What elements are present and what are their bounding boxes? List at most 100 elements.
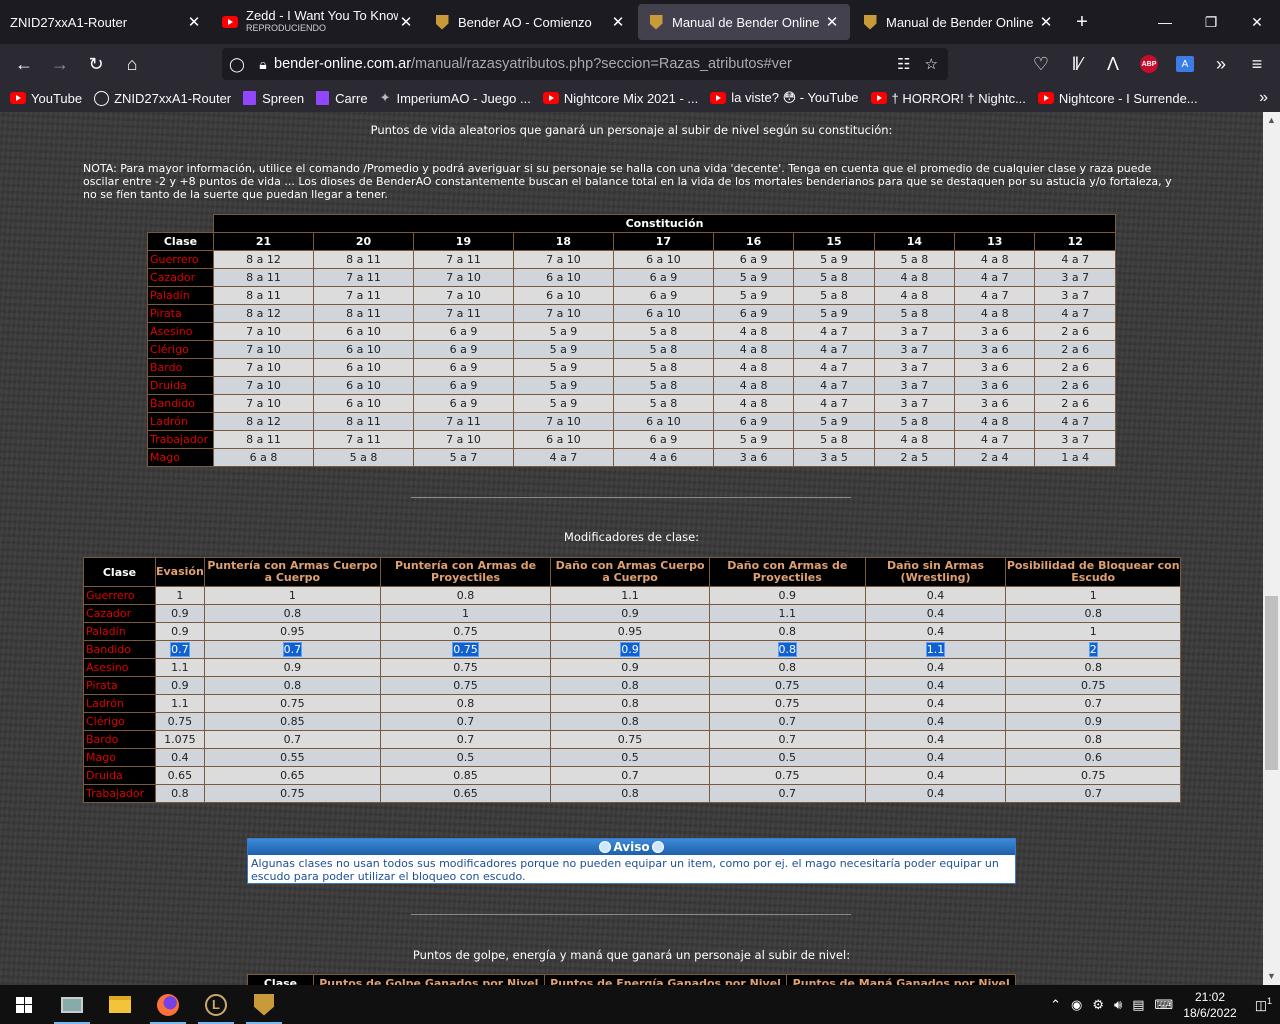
- table-cell: 4 a 8: [712, 322, 795, 341]
- bookmark-item[interactable]: Nightcore - I Surrende...: [1037, 91, 1198, 106]
- tab-1[interactable]: Zedd - I Want You To Know ft REPRODUCIEND…: [212, 2, 424, 42]
- col-header: Puntos de Maná Ganados por Nivel: [786, 974, 1016, 985]
- class-name: Bardo: [83, 730, 156, 749]
- volume-icon[interactable]: 🔊︎: [1114, 997, 1122, 1013]
- table-cell: 0.8: [1005, 658, 1181, 677]
- tab-close-icon[interactable]: ✕: [610, 13, 626, 31]
- tab-close-icon[interactable]: ✕: [1038, 13, 1054, 31]
- windows-logo-icon: [16, 996, 32, 1013]
- table-cell: 1: [379, 604, 552, 623]
- tray-overflow-icon[interactable]: ⌃: [1050, 997, 1061, 1013]
- translate-icon[interactable]: ☷: [897, 55, 910, 73]
- reload-icon[interactable]: ↻: [78, 48, 114, 80]
- imperium-icon: ✦: [379, 90, 391, 105]
- tab-4[interactable]: Manual de Bender Online ✕: [852, 2, 1064, 42]
- tab-close-icon[interactable]: ✕: [398, 13, 414, 31]
- table-cell: 8 a 11: [213, 286, 314, 305]
- bookmark-item[interactable]: † HORROR! † Nightc...: [870, 91, 1026, 106]
- table-cell: 6 a 9: [412, 358, 514, 377]
- url-bar[interactable]: ◯ 🔒︎ bender-online.com.ar/manual/razasya…: [222, 48, 948, 80]
- tab-0[interactable]: ZNID27xxA1-Router ✕: [0, 2, 212, 42]
- new-tab-button[interactable]: +: [1064, 11, 1100, 34]
- tab-close-icon[interactable]: ✕: [186, 13, 202, 31]
- bookmark-item[interactable]: ZNID27xxA1-Router: [94, 90, 231, 106]
- forward-arrow-icon[interactable]: →: [42, 48, 78, 80]
- minimize-icon[interactable]: —: [1142, 14, 1188, 31]
- steam-icon[interactable]: ⚙: [1092, 997, 1104, 1013]
- tab-3[interactable]: Manual de Bender Online ✕: [638, 4, 850, 40]
- taskbar-app-firefox[interactable]: [144, 985, 192, 1024]
- table-cell: 6 a 9: [712, 304, 795, 323]
- table-cell: 4 a 8: [954, 412, 1036, 431]
- translator-extension-icon[interactable]: A: [1169, 48, 1201, 80]
- bookmark-item[interactable]: Spreen: [243, 91, 304, 106]
- restore-icon[interactable]: ❐: [1188, 14, 1234, 31]
- table-row: Trabajador 0.8 0.75 0.65 0.8 0.7 0.4 0.7: [83, 784, 1181, 803]
- taskbar-app-league[interactable]: L: [192, 985, 240, 1024]
- table-cell: 5 a 9: [793, 412, 875, 431]
- vertical-scrollbar[interactable]: ▲ ▼: [1263, 112, 1280, 985]
- clock[interactable]: 21:02 18/6/2022: [1183, 989, 1236, 1021]
- bookmark-label: Carre: [335, 90, 368, 106]
- table-cell: 0.8: [1005, 730, 1181, 749]
- keyboard-icon[interactable]: ⌨: [1155, 997, 1174, 1013]
- bookmarks-overflow-icon[interactable]: »: [1259, 89, 1268, 107]
- modifiers-table: Clase Evasión Puntería con Armas Cuerpo a …: [83, 557, 1181, 803]
- class-name: Cazador: [83, 604, 156, 623]
- table-cell: 4 a 8: [873, 268, 956, 287]
- scroll-thumb[interactable]: [1265, 596, 1278, 770]
- shield-icon[interactable]: ◯: [222, 56, 252, 73]
- library-icon[interactable]: ‖⁄: [1061, 48, 1093, 80]
- table-cell: 8 a 12: [213, 412, 314, 431]
- extension-a-icon[interactable]: Λ: [1097, 48, 1129, 80]
- table-cell: 1.1: [708, 604, 866, 623]
- lock-icon[interactable]: 🔒︎: [252, 56, 274, 73]
- bookmark-item[interactable]: la viste? 😳 - YouTube: [710, 90, 859, 106]
- table-cell: 7 a 10: [213, 322, 314, 341]
- table-cell: 0.8: [155, 784, 205, 803]
- pocket-icon[interactable]: ♡: [1025, 48, 1057, 80]
- nota-paragraph: NOTA: Para mayor información, utilice el…: [83, 162, 1172, 201]
- taskbar-app-monitor[interactable]: [48, 985, 96, 1024]
- system-tray: ⌃ ◉ ⚙ 🔊︎ ▤ ⌨ 21:02 18/6/2022 ◫1: [1050, 989, 1280, 1021]
- notifications-icon[interactable]: ◫1: [1255, 996, 1272, 1013]
- tab-title: Manual de Bender Online: [672, 14, 820, 30]
- tab-2[interactable]: Bender AO - Comienzo ✕: [424, 2, 636, 42]
- scroll-down-icon[interactable]: ▼: [1263, 968, 1280, 985]
- table-cell: 5 a 7: [412, 448, 514, 467]
- taskbar-app-explorer[interactable]: [96, 985, 144, 1024]
- golpe-section-title: Puntos de golpe, energía y maná que gana…: [412, 948, 851, 962]
- back-arrow-icon[interactable]: ←: [6, 48, 42, 80]
- table-cell: 0.7: [1005, 694, 1181, 713]
- bookmark-item[interactable]: Carre: [316, 91, 368, 106]
- scroll-up-icon[interactable]: ▲: [1263, 112, 1280, 129]
- table-cell: 0.8: [379, 694, 552, 713]
- adblock-plus-icon[interactable]: ABP: [1133, 48, 1165, 80]
- windows-taskbar: L ⌃ ◉ ⚙ 🔊︎ ▤ ⌨ 21:02 18/6/2022 ◫1: [0, 985, 1280, 1024]
- taskbar-app-bender[interactable]: [240, 985, 288, 1024]
- selected-text: 1.1: [925, 642, 946, 657]
- overflow-chevron-icon[interactable]: »: [1205, 48, 1237, 80]
- table-cell: 0.75: [379, 676, 552, 695]
- bookmark-item[interactable]: ✦ ImperiumAO - Juego ...: [380, 90, 531, 106]
- table-cell: 0.75: [379, 640, 552, 659]
- tab-close-icon[interactable]: ✕: [824, 13, 840, 31]
- discord-icon[interactable]: ◉: [1071, 997, 1082, 1013]
- table-cell: 4 a 7: [793, 340, 875, 359]
- table-cell: 6 a 9: [412, 394, 514, 413]
- network-icon[interactable]: ▤: [1132, 997, 1144, 1013]
- bookmark-item[interactable]: Nightcore Mix 2021 - ...: [542, 91, 698, 106]
- table-cell: 4 a 7: [793, 394, 875, 413]
- table-cell: 1.075: [155, 730, 205, 749]
- menu-icon[interactable]: ≡: [1241, 48, 1273, 80]
- start-button[interactable]: [0, 985, 48, 1024]
- aviso-title: Aviso: [613, 840, 650, 854]
- home-icon[interactable]: ⌂: [114, 48, 150, 80]
- table-cell: 0.75: [708, 766, 866, 785]
- bookmark-item[interactable]: YouTube: [10, 91, 82, 106]
- table-row-selected: Bandido 0.7 0.7 0.75 0.9 0.8 1.1 2: [83, 640, 1181, 659]
- bookmark-label: ImperiumAO - Juego ...: [396, 90, 531, 106]
- bookmark-star-icon[interactable]: ☆: [925, 55, 938, 73]
- close-window-icon[interactable]: ✕: [1234, 14, 1280, 31]
- table-cell: 0.75: [708, 676, 866, 695]
